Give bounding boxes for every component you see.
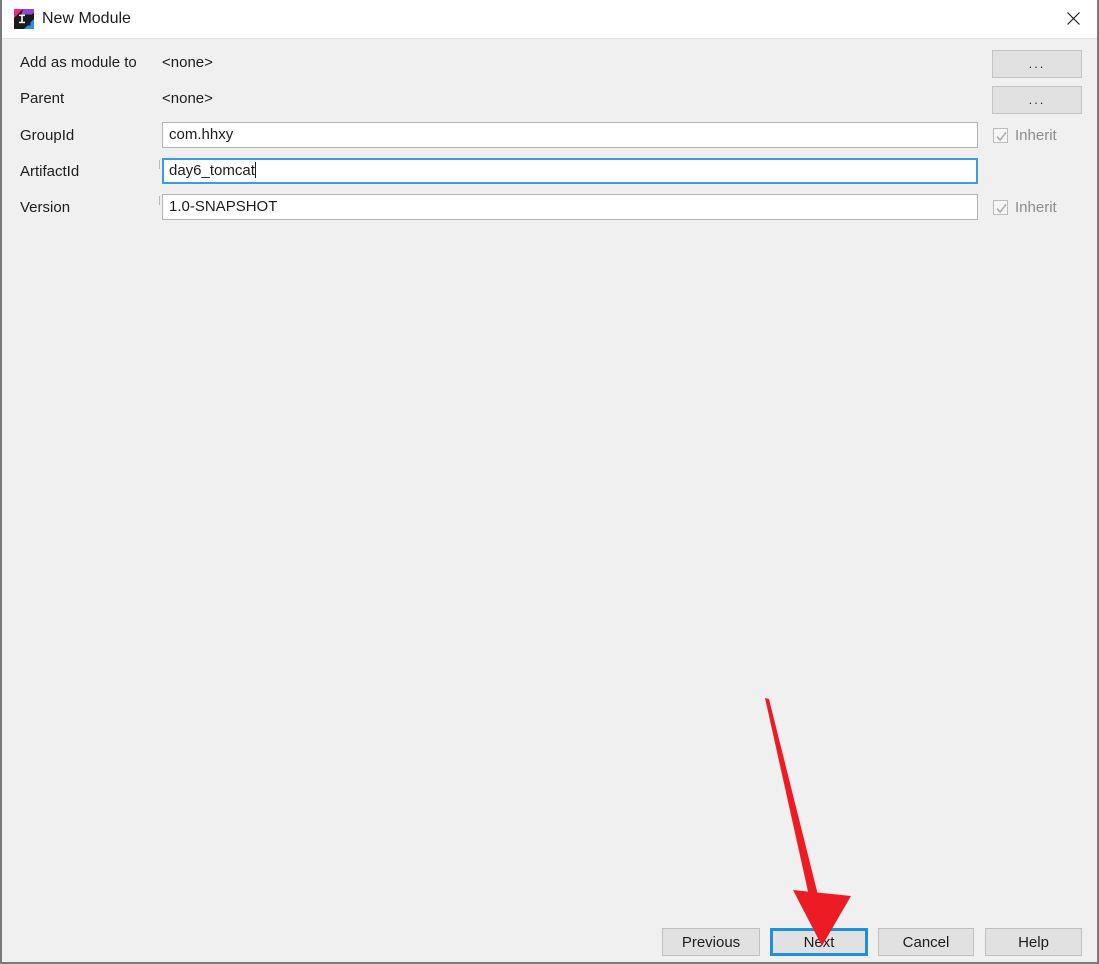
new-module-dialog: New Module Add as module to <none> ... P…	[0, 0, 1099, 964]
cancel-button[interactable]: Cancel	[878, 928, 974, 956]
window-title: New Module	[42, 10, 131, 27]
field-tick-mark	[159, 160, 160, 169]
groupid-inherit-checkbox[interactable]: Inherit	[993, 127, 1057, 144]
version-inherit-checkbox[interactable]: Inherit	[993, 199, 1057, 216]
artifactid-label: ArtifactId	[20, 163, 80, 180]
field-tick-mark	[159, 196, 160, 205]
previous-button[interactable]: Previous	[662, 928, 760, 956]
groupid-inherit-label: Inherit	[1015, 127, 1057, 144]
browse-parent-button[interactable]: ...	[992, 86, 1082, 114]
artifactid-input[interactable]: day6_tomcat	[162, 158, 978, 184]
text-caret	[254, 162, 256, 178]
checkbox-checked-icon	[993, 200, 1008, 215]
browse-module-button[interactable]: ...	[992, 50, 1082, 78]
version-label: Version	[20, 199, 71, 216]
version-inherit-label: Inherit	[1015, 199, 1057, 216]
intellij-idea-icon	[14, 9, 34, 29]
add-as-module-to-value: <none>	[162, 54, 213, 71]
version-input[interactable]: 1.0-SNAPSHOT	[162, 194, 978, 220]
help-button[interactable]: Help	[985, 928, 1082, 956]
next-button[interactable]: Next	[770, 928, 868, 956]
checkbox-checked-icon	[993, 128, 1008, 143]
artifactid-value: day6_tomcat	[169, 162, 255, 179]
groupid-input[interactable]: com.hhxy	[162, 122, 978, 148]
add-as-module-to-label: Add as module to	[20, 54, 137, 71]
close-icon[interactable]	[1049, 0, 1097, 37]
parent-value: <none>	[162, 90, 213, 107]
parent-label: Parent	[20, 90, 65, 107]
groupid-label: GroupId	[20, 127, 75, 144]
title-bar: New Module	[2, 0, 1097, 39]
